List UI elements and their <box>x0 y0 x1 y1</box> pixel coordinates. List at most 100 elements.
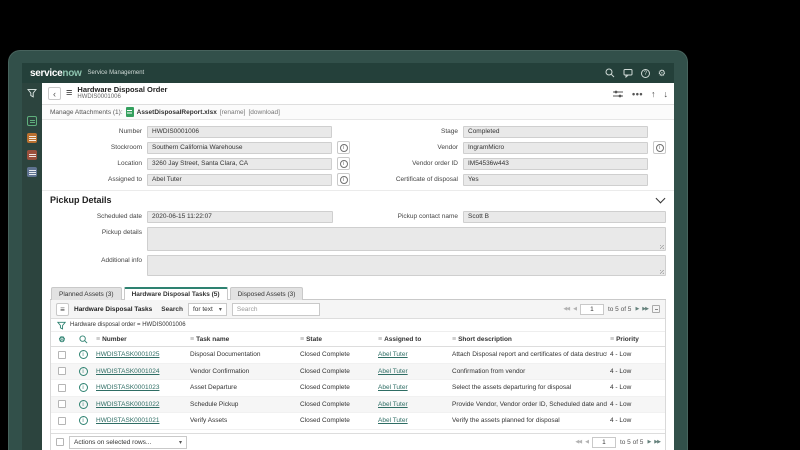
stockroom-info-icon[interactable]: i <box>337 141 350 154</box>
assigned-to-link[interactable]: Abel Tuter <box>378 368 408 375</box>
vendor-info-icon[interactable]: i <box>653 141 666 154</box>
location-info-icon[interactable]: i <box>337 157 350 170</box>
vendor-order-id-input[interactable]: IM54536w443 <box>463 157 648 170</box>
tab-disposed-assets[interactable]: Disposed Assets (3) <box>229 287 304 300</box>
column-menu-icon[interactable]: ≡ <box>96 336 100 343</box>
task-number-link[interactable]: HWDISTASK0001023 <box>96 384 159 391</box>
next-page-icon[interactable]: ▶ <box>647 439 651 445</box>
list-search-input[interactable] <box>231 302 320 316</box>
row-checkbox[interactable] <box>58 416 66 425</box>
actions-select[interactable]: Actions on selected rows... ▾ <box>69 435 187 449</box>
task-number-link[interactable]: HWDISTASK0001025 <box>96 351 159 358</box>
number-input[interactable]: HWDIS0001006 <box>147 125 332 138</box>
next-page-icon[interactable]: ▶ <box>635 306 639 312</box>
gear-icon[interactable]: ⚙ <box>658 68 666 78</box>
priority-cell: 4 - Low <box>610 367 632 375</box>
caret-down-icon: ▾ <box>218 306 222 313</box>
page-number-input[interactable]: 1 <box>579 303 604 315</box>
row-checkbox[interactable] <box>58 400 66 409</box>
row-info-icon[interactable]: i <box>78 350 88 360</box>
main-content: ‹ ≡ Hardware Disposal Order HWDIS0001006… <box>42 83 674 450</box>
filter-funnel-icon[interactable] <box>27 88 37 98</box>
column-header-assigned-to[interactable]: ≡ Assigned to <box>375 336 449 343</box>
task-number-link[interactable]: HWDISTASK0001022 <box>96 401 159 408</box>
rail-app-home-icon[interactable] <box>27 116 37 126</box>
row-info-icon[interactable]: i <box>78 383 88 393</box>
field-number: Number HWDIS0001006 <box>50 125 350 138</box>
column-header-priority[interactable]: ≡ Priority <box>607 336 665 343</box>
attachment-filename-link[interactable]: AssetDisposalReport.xlsx <box>137 109 217 116</box>
record-title-block: Hardware Disposal Order HWDIS0001006 <box>77 86 167 100</box>
minimize-list-icon[interactable] <box>652 305 660 313</box>
column-menu-icon[interactable]: ≡ <box>610 336 614 343</box>
chat-icon[interactable] <box>623 68 633 78</box>
tabs-zone: Planned Assets (3) Hardware Disposal Tas… <box>42 281 674 300</box>
assigned-to-link[interactable]: Abel Tuter <box>378 417 408 424</box>
column-header-task-name[interactable]: ≡ Task name <box>187 336 297 343</box>
scroll-down-icon[interactable]: ↓ <box>664 89 669 99</box>
vendor-input[interactable]: IngramMicro <box>463 141 648 154</box>
column-menu-icon[interactable]: ≡ <box>300 336 304 343</box>
filter-breadcrumb[interactable]: Hardware disposal order = HWDIS0001006 <box>70 322 186 328</box>
scheduled-date-input[interactable]: 2020-06-15 11:22:07 <box>147 210 333 223</box>
pickup-contact-input[interactable]: Scott B <box>463 210 666 223</box>
row-checkbox[interactable] <box>58 383 66 392</box>
table-header: ⚙ ≡ Number ≡ Task name ≡ State ≡ Assigned to… <box>51 332 665 347</box>
app-screen: servicenow Service Management ? ⚙ ‹ ≡ Ha… <box>22 63 674 450</box>
page-number-input[interactable]: 1 <box>591 436 616 448</box>
first-page-icon[interactable]: ◀◀ <box>575 439 582 445</box>
assigned-to-info-icon[interactable]: i <box>337 173 350 186</box>
rail-app-list-icon[interactable] <box>27 133 37 143</box>
pickup-section-header[interactable]: Pickup Details <box>42 190 674 208</box>
last-page-icon[interactable]: ▶▶ <box>642 306 649 312</box>
row-checkbox[interactable] <box>58 350 66 359</box>
chevron-down-icon[interactable] <box>655 193 666 204</box>
list-personalize-gear-icon[interactable]: ⚙ <box>58 335 65 344</box>
rail-app-box-icon[interactable] <box>27 150 37 160</box>
prev-page-icon[interactable]: ◀ <box>573 306 577 312</box>
attachment-rename-link[interactable]: [rename] <box>220 109 246 116</box>
help-icon[interactable]: ? <box>640 68 650 78</box>
column-header-number[interactable]: ≡ Number <box>93 336 187 343</box>
last-page-icon[interactable]: ▶▶ <box>654 439 661 445</box>
column-header-state[interactable]: ≡ State <box>297 336 375 343</box>
column-menu-icon[interactable]: ≡ <box>452 336 456 343</box>
row-info-icon[interactable]: i <box>78 416 88 426</box>
prev-page-icon[interactable]: ◀ <box>585 439 589 445</box>
stage-input[interactable]: Completed <box>463 125 648 138</box>
column-search-icon[interactable] <box>78 334 88 344</box>
location-input[interactable]: 3260 Jay Street, Santa Clara, CA <box>147 157 332 170</box>
pickup-details-textarea[interactable] <box>147 227 666 251</box>
rail-app-catalog-icon[interactable] <box>27 167 37 177</box>
more-options-icon[interactable]: ••• <box>632 89 643 99</box>
search-type-select[interactable]: for text ▾ <box>187 302 227 316</box>
row-info-icon[interactable]: i <box>78 399 88 409</box>
assigned-to-link[interactable]: Abel Tuter <box>378 401 408 408</box>
search-icon[interactable] <box>605 68 615 78</box>
certificate-input[interactable]: Yes <box>463 173 648 186</box>
assigned-to-input[interactable]: Abel Tuter <box>147 173 332 186</box>
row-checkbox[interactable] <box>58 367 66 376</box>
tab-planned-assets[interactable]: Planned Assets (3) <box>51 287 122 300</box>
column-header-short-description[interactable]: ≡ Short description <box>449 336 607 343</box>
additional-info-textarea[interactable] <box>147 255 666 276</box>
task-number-link[interactable]: HWDISTASK0001024 <box>96 368 159 375</box>
stockroom-input[interactable]: Southern California Warehouse <box>147 141 332 154</box>
back-button[interactable]: ‹ <box>48 87 61 100</box>
task-number-link[interactable]: HWDISTASK0001021 <box>96 417 159 424</box>
row-info-icon[interactable]: i <box>78 366 88 376</box>
column-menu-icon[interactable]: ≡ <box>190 336 194 343</box>
first-page-icon[interactable]: ◀◀ <box>563 306 570 312</box>
select-all-checkbox[interactable] <box>56 438 64 446</box>
column-menu-icon[interactable]: ≡ <box>378 336 382 343</box>
list-menu-icon[interactable]: ≡ <box>56 302 69 316</box>
attachments-label[interactable]: Manage Attachments (1): <box>50 109 123 116</box>
assigned-to-link[interactable]: Abel Tuter <box>378 384 408 391</box>
scroll-up-icon[interactable]: ↑ <box>651 89 656 99</box>
filter-funnel-icon[interactable] <box>57 321 66 330</box>
context-menu-icon[interactable]: ≡ <box>66 88 72 99</box>
assigned-to-link[interactable]: Abel Tuter <box>378 351 408 358</box>
attachment-download-link[interactable]: [download] <box>248 109 279 116</box>
tab-hardware-disposal-tasks[interactable]: Hardware Disposal Tasks (5) <box>123 287 228 300</box>
personalize-icon[interactable] <box>612 89 624 99</box>
